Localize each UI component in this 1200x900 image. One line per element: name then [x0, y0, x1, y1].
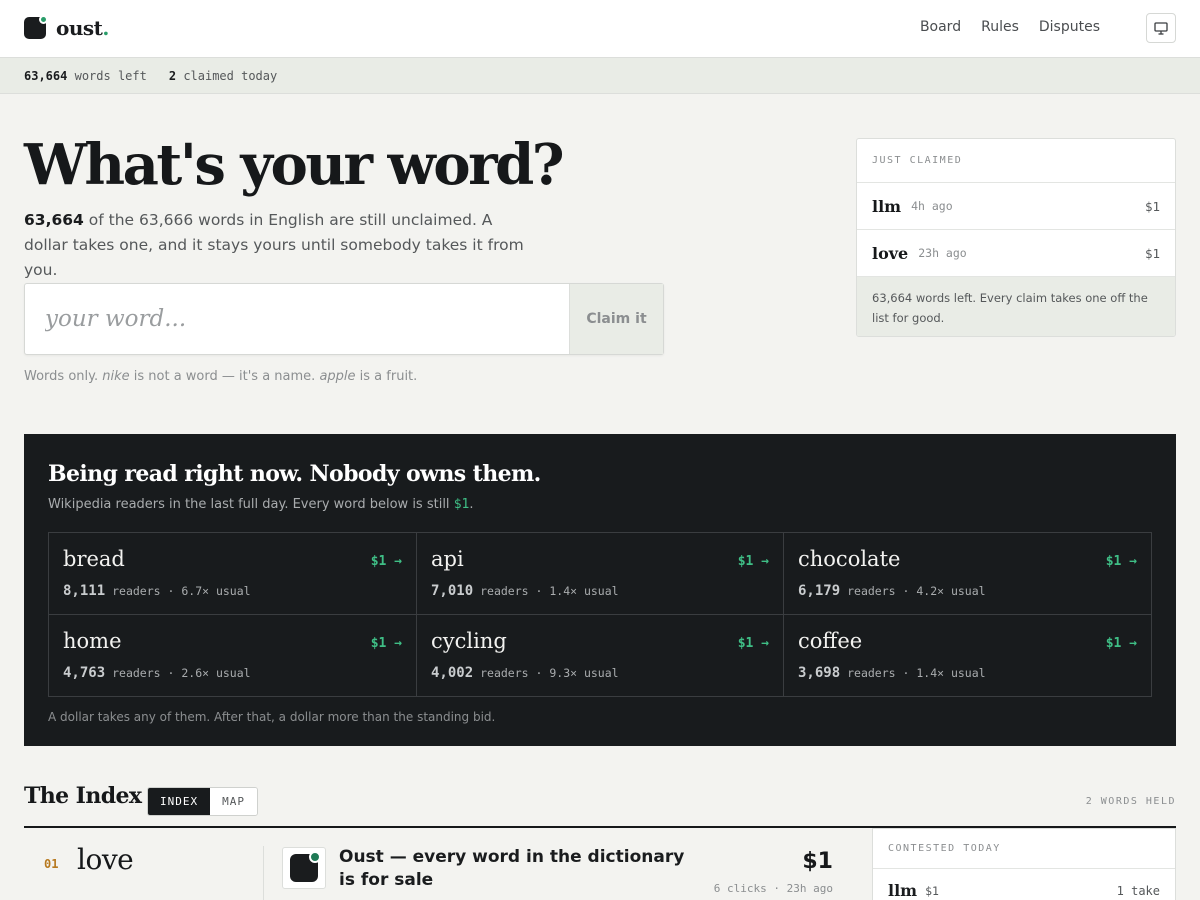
- oust-logo-icon: [290, 851, 321, 882]
- trending-price-link[interactable]: $1 →: [371, 554, 402, 569]
- trending-word-card[interactable]: coffee $1 → 3,698 readers · 1.4× usual: [784, 615, 1151, 696]
- contested-price: $1: [925, 883, 939, 898]
- trending-word: chocolate: [798, 547, 901, 571]
- trending-word: cycling: [431, 629, 507, 653]
- claim-hint: Words only. nike is not a word — it's a …: [24, 369, 418, 384]
- trending-meta: 6,179 readers · 4.2× usual: [798, 583, 986, 599]
- trending-price-link[interactable]: $1 →: [1106, 554, 1137, 569]
- words-left-stat: 63,664 words left: [24, 68, 147, 83]
- just-claimed-item[interactable]: love 23h ago $1: [857, 230, 1175, 277]
- word-input[interactable]: [25, 284, 569, 354]
- hero-title: What's your word?: [24, 132, 565, 198]
- display-toggle-button[interactable]: [1146, 13, 1176, 43]
- trending-meta: 8,111 readers · 6.7× usual: [63, 583, 251, 599]
- trending-price-link[interactable]: $1 →: [371, 636, 402, 651]
- trending-grid: bread $1 → 8,111 readers · 6.7× usual ap…: [48, 532, 1152, 697]
- trending-meta: 4,763 readers · 2.6× usual: [63, 665, 251, 681]
- tab-map[interactable]: MAP: [210, 788, 257, 815]
- entry-meta: 6 clicks · 23h ago: [713, 882, 833, 895]
- claimed-word: love: [872, 243, 909, 263]
- brand-name: oust.: [56, 16, 109, 40]
- trending-section: Being read right now. Nobody owns them. …: [24, 434, 1176, 746]
- view-toggle: INDEX MAP: [147, 787, 258, 816]
- index-title: The Index: [24, 783, 142, 809]
- claimed-time: 23h ago: [918, 246, 967, 260]
- claimed-price: $1: [1144, 198, 1160, 214]
- just-claimed-item[interactable]: llm 4h ago $1: [857, 183, 1175, 230]
- trending-word: bread: [63, 547, 125, 571]
- logo-mark-icon: [24, 15, 48, 39]
- entry-word[interactable]: love: [77, 843, 134, 876]
- trending-price-link[interactable]: $1 →: [738, 636, 769, 651]
- just-claimed-card: JUST CLAIMED llm 4h ago $1 love 23h ago …: [856, 138, 1176, 337]
- trending-meta: 3,698 readers · 1.4× usual: [798, 665, 986, 681]
- hero-subtitle: 63,664 of the 63,666 words in English ar…: [24, 211, 524, 279]
- claimed-time: 4h ago: [911, 199, 953, 213]
- site-favicon: [282, 847, 326, 889]
- brand-logo[interactable]: oust.: [24, 15, 109, 40]
- trending-word-card[interactable]: api $1 → 7,010 readers · 1.4× usual: [417, 533, 784, 615]
- nav-rules[interactable]: Rules: [981, 19, 1019, 35]
- contested-item[interactable]: llm $1 1 take: [873, 869, 1175, 900]
- trending-meta: 4,002 readers · 9.3× usual: [431, 665, 619, 681]
- contested-takes: 1 take: [1116, 883, 1160, 898]
- trending-word: home: [63, 629, 122, 653]
- tab-index[interactable]: INDEX: [148, 788, 211, 815]
- trending-price-link[interactable]: $1 →: [1106, 636, 1137, 651]
- trending-word-card[interactable]: cycling $1 → 4,002 readers · 9.3× usual: [417, 615, 784, 696]
- entry-link-title[interactable]: Oust — every word in the dictionary is f…: [339, 846, 689, 892]
- monitor-icon: [1154, 21, 1168, 35]
- trending-meta: 7,010 readers · 1.4× usual: [431, 583, 619, 599]
- trending-subtitle: Wikipedia readers in the last full day. …: [48, 497, 474, 512]
- nav-disputes[interactable]: Disputes: [1039, 19, 1100, 35]
- nav-board[interactable]: Board: [920, 19, 961, 35]
- entry-price: $1: [802, 849, 833, 874]
- claimed-price: $1: [1144, 245, 1160, 261]
- trending-footer: A dollar takes any of them. After that, …: [48, 710, 496, 724]
- contested-heading: CONTESTED TODAY: [873, 829, 1175, 869]
- entry-rank: 01: [44, 857, 59, 871]
- contested-today-card: CONTESTED TODAY llm $1 1 take: [872, 828, 1176, 900]
- trending-word: api: [431, 547, 464, 571]
- just-claimed-footer: 63,664 words left. Every claim takes one…: [857, 277, 1175, 336]
- top-navbar: oust. Board Rules Disputes: [0, 0, 1200, 58]
- trending-word: coffee: [798, 629, 863, 653]
- claimed-word: llm: [872, 196, 902, 216]
- just-claimed-heading: JUST CLAIMED: [857, 139, 1175, 183]
- main-nav: Board Rules Disputes: [920, 19, 1100, 35]
- entry-divider: [263, 846, 264, 900]
- trending-title: Being read right now. Nobody owns them.: [48, 461, 541, 487]
- trending-word-card[interactable]: bread $1 → 8,111 readers · 6.7× usual: [49, 533, 417, 615]
- claimed-today-stat: 2 claimed today: [168, 68, 278, 83]
- claim-form: Claim it: [24, 283, 664, 355]
- trending-word-card[interactable]: chocolate $1 → 6,179 readers · 4.2× usua…: [784, 533, 1151, 615]
- trending-word-card[interactable]: home $1 → 4,763 readers · 2.6× usual: [49, 615, 417, 696]
- contested-word: llm: [888, 881, 918, 900]
- trending-price-link[interactable]: $1 →: [738, 554, 769, 569]
- claim-button[interactable]: Claim it: [569, 284, 663, 354]
- stats-bar: 63,664 words left 2 claimed today: [0, 58, 1200, 94]
- words-held-count: 2 WORDS HELD: [1085, 796, 1176, 807]
